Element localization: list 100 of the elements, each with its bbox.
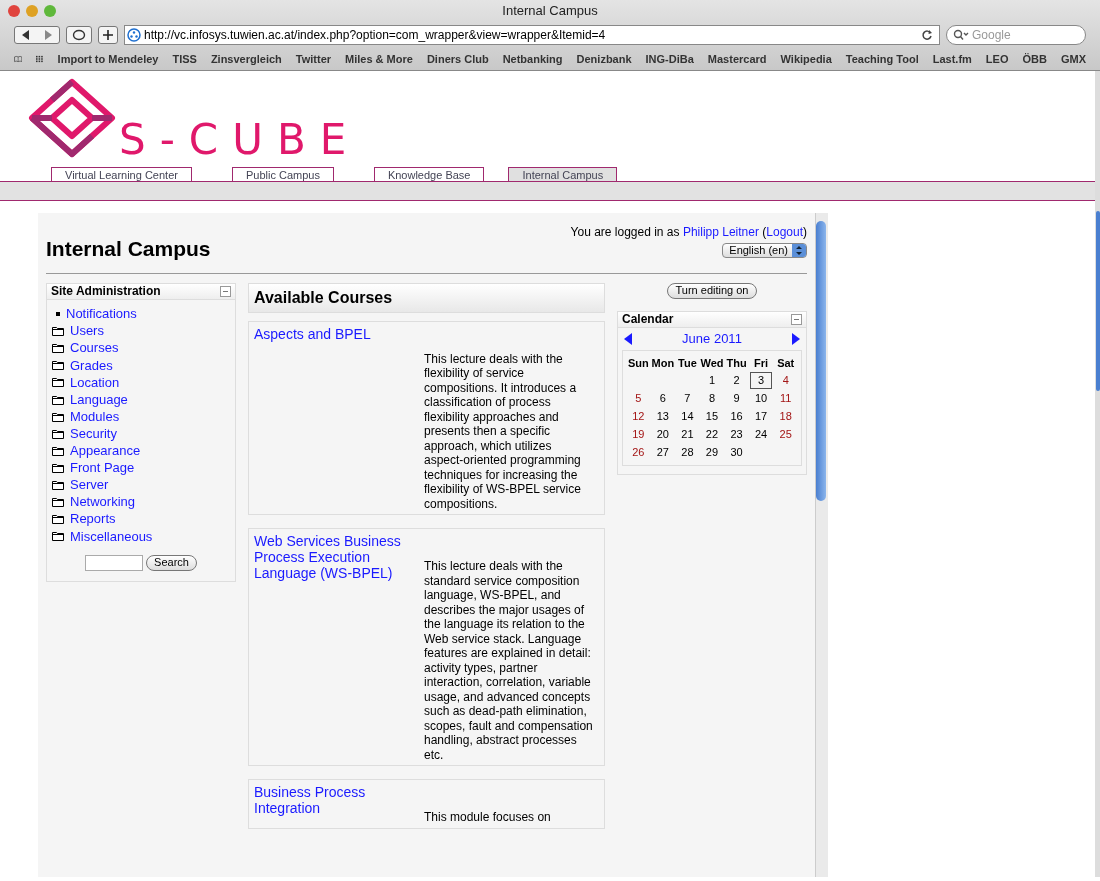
bookmark-link[interactable]: Zinsvergleich bbox=[210, 50, 282, 68]
admin-link[interactable]: Appearance bbox=[70, 441, 141, 461]
book-icon[interactable] bbox=[14, 53, 23, 65]
plus-icon bbox=[103, 30, 113, 40]
bookmark-link[interactable]: ÖBB bbox=[1022, 50, 1047, 68]
calendar-date[interactable]: 16 bbox=[730, 409, 743, 424]
bookmark-link[interactable]: Netbanking bbox=[502, 50, 563, 68]
cube-logo-icon bbox=[27, 78, 117, 158]
grid-icon[interactable] bbox=[36, 53, 44, 65]
admin-link[interactable]: Front Page bbox=[70, 458, 135, 478]
site-tab[interactable]: Virtual Learning Center bbox=[51, 167, 192, 181]
user-link[interactable]: Philipp Leitner bbox=[682, 225, 759, 239]
calendar-date[interactable]: 29 bbox=[705, 445, 719, 460]
bookmark-link[interactable]: Import to Mendeley bbox=[57, 50, 159, 68]
language-select[interactable]: English (en) bbox=[722, 243, 807, 258]
calendar-date[interactable]: 1 bbox=[708, 373, 716, 388]
calendar-date[interactable]: 4 bbox=[782, 373, 789, 388]
admin-link[interactable]: Courses bbox=[70, 338, 119, 358]
folder-icon bbox=[52, 480, 64, 490]
site-tab[interactable]: Public Campus bbox=[231, 167, 334, 181]
site-tab[interactable]: Knowledge Base bbox=[373, 167, 485, 181]
close-icon[interactable] bbox=[8, 5, 20, 17]
calendar-date[interactable]: 10 bbox=[755, 391, 768, 406]
admin-link[interactable]: Reports bbox=[70, 509, 116, 529]
calendar-date[interactable]: 30 bbox=[730, 445, 743, 460]
stepper-icon[interactable] bbox=[792, 244, 806, 257]
calendar-date[interactable]: 19 bbox=[632, 427, 645, 442]
bookmark-link[interactable]: Wikipedia bbox=[780, 50, 832, 68]
today-date[interactable]: 3 bbox=[750, 372, 773, 389]
folder-icon bbox=[52, 360, 64, 371]
bookmark-link[interactable]: GMX bbox=[1060, 50, 1086, 68]
admin-link[interactable]: Notifications bbox=[66, 304, 137, 324]
scrollbar-thumb[interactable] bbox=[1096, 211, 1100, 391]
calendar-date[interactable]: 5 bbox=[635, 391, 642, 406]
calendar-date[interactable]: 6 bbox=[659, 391, 666, 406]
admin-link[interactable]: Miscellaneous bbox=[70, 526, 153, 546]
calendar-date[interactable]: 12 bbox=[632, 409, 645, 424]
course-link[interactable]: Aspects and BPEL bbox=[254, 325, 404, 511]
reload-icon[interactable] bbox=[921, 29, 933, 41]
admin-link[interactable]: Networking bbox=[70, 492, 136, 512]
weekday-label: Sun bbox=[626, 355, 650, 371]
month-link[interactable]: June 2011 bbox=[682, 328, 742, 349]
calendar-date[interactable]: 7 bbox=[684, 391, 691, 406]
scrollbar-thumb[interactable] bbox=[816, 221, 826, 501]
calendar-date[interactable]: 2 bbox=[733, 373, 740, 388]
course-link[interactable]: Web Services Business Process Execution Language (WS-BPEL) bbox=[254, 533, 404, 762]
page-heading: Internal Campus bbox=[46, 236, 211, 262]
search-input[interactable] bbox=[85, 554, 144, 571]
folder-icon bbox=[52, 514, 64, 525]
collapse-icon[interactable] bbox=[220, 285, 231, 297]
calendar-date[interactable]: 13 bbox=[656, 409, 669, 424]
calendar-date[interactable]: 14 bbox=[681, 409, 694, 424]
collapse-icon[interactable] bbox=[791, 313, 802, 325]
calendar-date[interactable]: 27 bbox=[656, 445, 669, 460]
bookmark-link[interactable]: Denizbank bbox=[576, 50, 632, 68]
logout-link[interactable]: Logout bbox=[766, 225, 803, 239]
course-link[interactable]: Business Process Integration bbox=[254, 784, 404, 825]
calendar-date[interactable]: 20 bbox=[656, 427, 669, 442]
site-tab[interactable]: Internal Campus bbox=[508, 167, 618, 181]
url-text: http://vc.infosys.tuwien.ac.at/index.php?option=com_wrapper&view=wrapper&Itemid=4 bbox=[144, 27, 607, 44]
panel-title: Calendar bbox=[622, 311, 674, 328]
folder-icon bbox=[52, 428, 64, 439]
bookmark-link[interactable]: Twitter bbox=[295, 50, 332, 68]
calendar-date[interactable]: 15 bbox=[705, 409, 719, 424]
weekday-label: Wed bbox=[699, 355, 725, 371]
admin-link[interactable]: Server bbox=[70, 475, 109, 495]
back-forward-buttons[interactable] bbox=[14, 26, 60, 44]
add-bookmark-button[interactable] bbox=[98, 26, 118, 44]
bookmark-link[interactable]: ING-DiBa bbox=[645, 50, 694, 68]
calendar-date[interactable]: 9 bbox=[733, 391, 740, 406]
folder-icon bbox=[52, 462, 64, 473]
calendar-date[interactable]: 21 bbox=[681, 427, 694, 442]
admin-link[interactable]: Users bbox=[70, 321, 104, 341]
previous-month-icon[interactable] bbox=[624, 332, 632, 345]
calendar-date[interactable]: 22 bbox=[705, 427, 719, 442]
bookmark-link[interactable]: TISS bbox=[172, 50, 197, 68]
address-field[interactable]: http://vc.infosys.tuwien.ac.at/index.php?option=com_wrapper&view=wrapper&Itemid=4 bbox=[124, 25, 940, 45]
course-description: This lecture deals with the flexibility of service compositions. It introduces a classification of process flexibility approaches and presents then a specific approach, which utilizes aspect-oriented programming techniques for increasing the flexibility of WS-BPEL service compositions. bbox=[424, 351, 582, 511]
calendar-date[interactable]: 8 bbox=[708, 391, 716, 406]
reload-button[interactable] bbox=[66, 26, 92, 44]
login-label: You are logged in as bbox=[570, 225, 680, 239]
calendar-date[interactable]: 23 bbox=[730, 427, 743, 442]
next-month-icon[interactable] bbox=[792, 332, 800, 345]
calendar-date[interactable]: 11 bbox=[780, 391, 792, 406]
calendar-date[interactable]: 17 bbox=[755, 409, 768, 424]
edit-mode-button[interactable]: Turn editing on bbox=[666, 282, 758, 299]
section-heading: Available Courses bbox=[248, 282, 605, 313]
calendar-date[interactable]: 24 bbox=[755, 427, 768, 442]
bookmark-link[interactable]: LEO bbox=[985, 50, 1009, 68]
bookmark-link[interactable]: Teaching Tool bbox=[845, 50, 919, 68]
bookmark-link[interactable]: Mastercard bbox=[707, 50, 767, 68]
calendar-date[interactable]: 18 bbox=[779, 409, 792, 424]
search-button[interactable]: Search bbox=[146, 554, 197, 571]
calendar-date[interactable]: 26 bbox=[632, 445, 645, 460]
calendar-date[interactable]: 28 bbox=[681, 445, 694, 460]
paren-text: ( bbox=[762, 225, 767, 239]
calendar-date[interactable]: 25 bbox=[779, 427, 792, 442]
bookmark-link[interactable]: Diners Club bbox=[426, 50, 489, 68]
bookmark-link[interactable]: Last.fm bbox=[932, 50, 972, 68]
bookmark-link[interactable]: Miles & More bbox=[345, 50, 413, 68]
